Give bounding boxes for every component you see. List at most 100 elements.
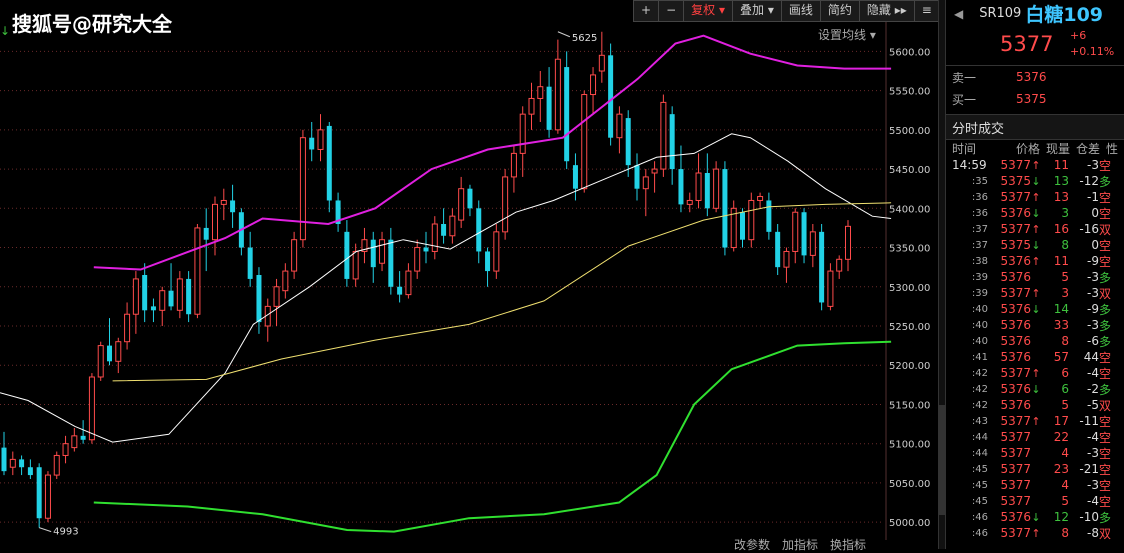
trade-time: :38 <box>971 255 988 267</box>
candle-body <box>598 54 605 72</box>
zoom-out-button[interactable]: − <box>659 1 685 21</box>
y-tick-label: 5250.00 <box>889 322 930 333</box>
candle-body <box>467 188 473 209</box>
menu-icon[interactable]: ≡ <box>915 1 939 21</box>
trade-oi-change: -3 <box>1087 270 1099 284</box>
trade-row: :41 5376 57 44 空 <box>946 349 1124 365</box>
candle-body <box>704 173 710 209</box>
trade-volume: 12 <box>1053 510 1069 524</box>
candle-body <box>827 270 834 307</box>
candle-body <box>519 113 526 154</box>
trade-price: 5377 <box>1000 430 1031 444</box>
candle-body <box>801 212 807 256</box>
trade-time: :35 <box>971 175 988 187</box>
trade-row: :35 5375 ↓ 13 -12 多 <box>946 173 1124 189</box>
trade-time: :45 <box>971 479 988 491</box>
trade-volume: 3 <box>1061 286 1069 300</box>
hide-button[interactable]: 隐藏 ▸▸ <box>860 1 915 21</box>
trade-volume: 5 <box>1061 398 1069 412</box>
candle-body <box>132 278 139 315</box>
trade-nature: 双 <box>1099 286 1112 301</box>
arrow-up-icon: ↑ <box>1031 222 1041 236</box>
candle-body <box>203 227 209 240</box>
trade-nature: 多 <box>1099 382 1112 397</box>
candle-body <box>510 152 517 178</box>
kline-chart[interactable]: 5000.00 5050.00 5100.00 5150.00 5200.00 5250.… <box>0 0 938 549</box>
trade-price: 5377 <box>1000 462 1031 476</box>
y-tick-label: 5100.00 <box>889 440 930 451</box>
arrow-down-icon: ↓ <box>1031 174 1041 188</box>
arrow-up-icon: ↑ <box>1031 190 1041 204</box>
candle-body <box>344 231 350 279</box>
overlay-button[interactable]: 叠加 ▾ <box>733 1 782 21</box>
candle-body <box>273 286 280 307</box>
ma-settings-label: 设置均线 <box>818 28 867 42</box>
contract-name: 白糖109 <box>1025 4 1104 26</box>
candle-body <box>678 169 684 205</box>
annotation-label: 5625 <box>572 33 597 44</box>
header-nature: 性 <box>1106 142 1119 156</box>
y-tick-label: 5000.00 <box>889 518 930 529</box>
candle-body <box>352 250 359 280</box>
switch-indicator-link[interactable]: 换指标 <box>830 536 866 553</box>
add-indicator-link[interactable]: 加指标 <box>782 536 818 553</box>
candle-body <box>194 227 201 315</box>
price-block: 5377 +6 +0.11% <box>946 27 1124 66</box>
candle-body <box>159 290 166 311</box>
price-change-pct: +0.11% <box>1070 45 1115 58</box>
candle-body <box>326 125 332 201</box>
candle-body <box>88 376 95 441</box>
trade-time: :36 <box>971 191 988 203</box>
simple-mode-button[interactable]: 简约 <box>821 1 860 21</box>
trades-list[interactable]: 14:59 5377 ↑ 11 -3 空:35 5375 ↓ 13 -12 多:36 5377 ↑ 13-… <box>946 157 1124 541</box>
candle-body <box>713 168 720 209</box>
trade-nature: 空 <box>1099 366 1112 381</box>
candle-body <box>36 467 42 519</box>
candle-body <box>686 199 693 205</box>
ask-label: 卖一 <box>952 70 977 85</box>
candle-body <box>115 341 122 362</box>
ma-settings-button[interactable]: 设置均线 ▾ <box>818 26 876 43</box>
trade-price: 5376 <box>1000 254 1031 268</box>
trade-nature: 空 <box>1099 190 1112 205</box>
trade-volume: 57 <box>1053 350 1069 364</box>
trade-time: :42 <box>971 367 988 379</box>
trades-section-title[interactable]: 分时成交 <box>946 114 1124 140</box>
trade-oi-change: -9 <box>1087 302 1099 316</box>
back-triangle-icon[interactable]: ◀ <box>954 7 963 21</box>
arrow-up-icon: ↑ <box>1031 366 1041 380</box>
zoom-in-button[interactable]: + <box>634 1 660 21</box>
trade-time: :39 <box>971 271 988 283</box>
trade-volume: 22 <box>1053 430 1069 444</box>
candle-body <box>476 208 482 252</box>
trade-oi-change: 0 <box>1091 238 1099 252</box>
fuquan-button[interactable]: 复权 ▾ <box>684 1 733 21</box>
trade-row: :42 5376 ↓ 6 -2 多 <box>946 381 1124 397</box>
chart-scrollbar[interactable] <box>938 0 945 549</box>
trade-nature: 空 <box>1099 206 1112 221</box>
trade-time: :42 <box>971 383 988 395</box>
trade-oi-change: -10 <box>1079 510 1099 524</box>
arrow-down-icon: ↓ <box>1031 238 1041 252</box>
trade-row: :37 5377 ↑ 16 -16 双 <box>946 221 1124 237</box>
edit-params-link[interactable]: 改参数 <box>734 536 770 553</box>
trade-price: 5375 <box>1000 238 1031 252</box>
kline-chart-area[interactable]: 5000.00 5050.00 5100.00 5150.00 5200.00 5250.… <box>0 0 945 552</box>
double-arrow-icon: ▸▸ <box>894 3 907 17</box>
trade-volume: 8 <box>1061 238 1069 252</box>
candle-body <box>441 224 447 236</box>
y-tick-label: 5150.00 <box>889 400 930 411</box>
candle-body <box>581 94 588 190</box>
trade-oi-change: -3 <box>1087 158 1099 172</box>
candle-body <box>370 239 376 268</box>
candle-body <box>493 231 500 272</box>
trade-row: :42 5377 ↑ 6 -4 空 <box>946 365 1124 381</box>
header-time: 时间 <box>952 142 977 156</box>
y-tick-label: 5600.00 <box>889 47 930 58</box>
trade-price: 5376 <box>1000 398 1031 412</box>
draw-line-button[interactable]: 画线 <box>782 1 821 21</box>
candle-body <box>44 474 51 519</box>
hide-label: 隐藏 <box>866 3 891 17</box>
trade-nature: 空 <box>1099 494 1112 509</box>
trade-nature: 双 <box>1099 398 1112 413</box>
